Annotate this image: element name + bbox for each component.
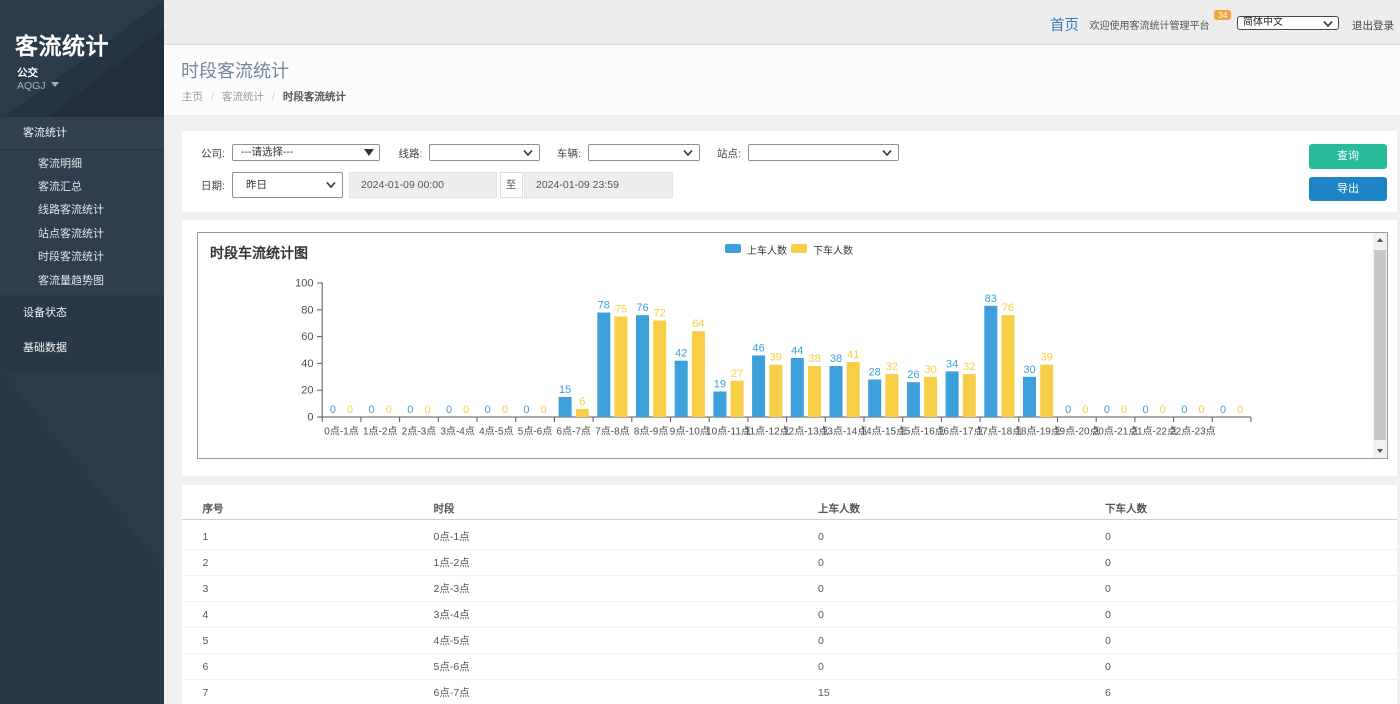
svg-text:83: 83 xyxy=(985,293,997,305)
svg-text:6: 6 xyxy=(579,396,585,408)
svg-text:0: 0 xyxy=(446,404,452,416)
svg-text:32: 32 xyxy=(963,361,975,373)
svg-text:0: 0 xyxy=(369,404,375,416)
svg-text:28: 28 xyxy=(869,367,881,379)
svg-text:0: 0 xyxy=(1104,404,1110,416)
svg-text:44: 44 xyxy=(791,345,803,357)
svg-text:0: 0 xyxy=(1198,404,1204,416)
svg-text:8点-9点: 8点-9点 xyxy=(634,426,668,438)
svg-text:0: 0 xyxy=(502,404,508,416)
svg-text:34: 34 xyxy=(946,358,958,370)
svg-text:7点-8点: 7点-8点 xyxy=(595,426,629,438)
svg-text:39: 39 xyxy=(770,352,782,364)
svg-text:0: 0 xyxy=(1082,404,1088,416)
svg-text:38: 38 xyxy=(830,353,842,365)
svg-text:0: 0 xyxy=(541,404,547,416)
svg-text:6点-7点: 6点-7点 xyxy=(556,426,590,438)
svg-text:0: 0 xyxy=(463,404,469,416)
svg-text:75: 75 xyxy=(615,304,627,316)
svg-text:0: 0 xyxy=(330,404,336,416)
svg-text:46: 46 xyxy=(752,342,764,354)
svg-text:1点-2点: 1点-2点 xyxy=(363,426,397,438)
svg-text:0: 0 xyxy=(1143,404,1149,416)
svg-text:100: 100 xyxy=(295,278,313,290)
svg-text:4点-5点: 4点-5点 xyxy=(479,426,513,438)
svg-text:41: 41 xyxy=(847,349,859,361)
svg-text:0: 0 xyxy=(424,404,430,416)
svg-text:0: 0 xyxy=(1220,404,1226,416)
svg-text:60: 60 xyxy=(301,331,313,343)
svg-text:39: 39 xyxy=(1041,352,1053,364)
svg-text:2点-3点: 2点-3点 xyxy=(402,426,436,438)
svg-text:27: 27 xyxy=(731,368,743,380)
svg-text:0: 0 xyxy=(523,404,529,416)
svg-text:26: 26 xyxy=(907,369,919,381)
svg-text:0: 0 xyxy=(1121,404,1127,416)
svg-text:5点-6点: 5点-6点 xyxy=(518,426,552,438)
svg-text:15: 15 xyxy=(559,384,571,396)
svg-text:32: 32 xyxy=(886,361,898,373)
svg-text:30: 30 xyxy=(1023,364,1035,376)
svg-text:40: 40 xyxy=(301,358,313,370)
svg-text:78: 78 xyxy=(598,300,610,312)
svg-text:0: 0 xyxy=(1160,404,1166,416)
svg-text:0点-1点: 0点-1点 xyxy=(324,426,358,438)
svg-text:22点-23点: 22点-23点 xyxy=(1170,426,1216,438)
svg-text:3点-4点: 3点-4点 xyxy=(440,426,474,438)
svg-text:38: 38 xyxy=(808,353,820,365)
svg-text:76: 76 xyxy=(1002,302,1014,314)
svg-text:20: 20 xyxy=(301,385,313,397)
svg-text:9点-10点: 9点-10点 xyxy=(670,426,710,438)
svg-text:0: 0 xyxy=(307,412,313,424)
svg-text:0: 0 xyxy=(1181,404,1187,416)
svg-text:0: 0 xyxy=(347,404,353,416)
svg-text:0: 0 xyxy=(1065,404,1071,416)
svg-text:64: 64 xyxy=(692,318,704,330)
svg-text:42: 42 xyxy=(675,348,687,360)
svg-text:0: 0 xyxy=(1237,404,1243,416)
svg-text:19: 19 xyxy=(714,379,726,391)
svg-text:80: 80 xyxy=(301,304,313,316)
svg-text:30: 30 xyxy=(924,364,936,376)
svg-text:0: 0 xyxy=(386,404,392,416)
svg-text:0: 0 xyxy=(407,404,413,416)
svg-text:72: 72 xyxy=(654,308,666,320)
svg-text:0: 0 xyxy=(485,404,491,416)
svg-text:76: 76 xyxy=(636,302,648,314)
